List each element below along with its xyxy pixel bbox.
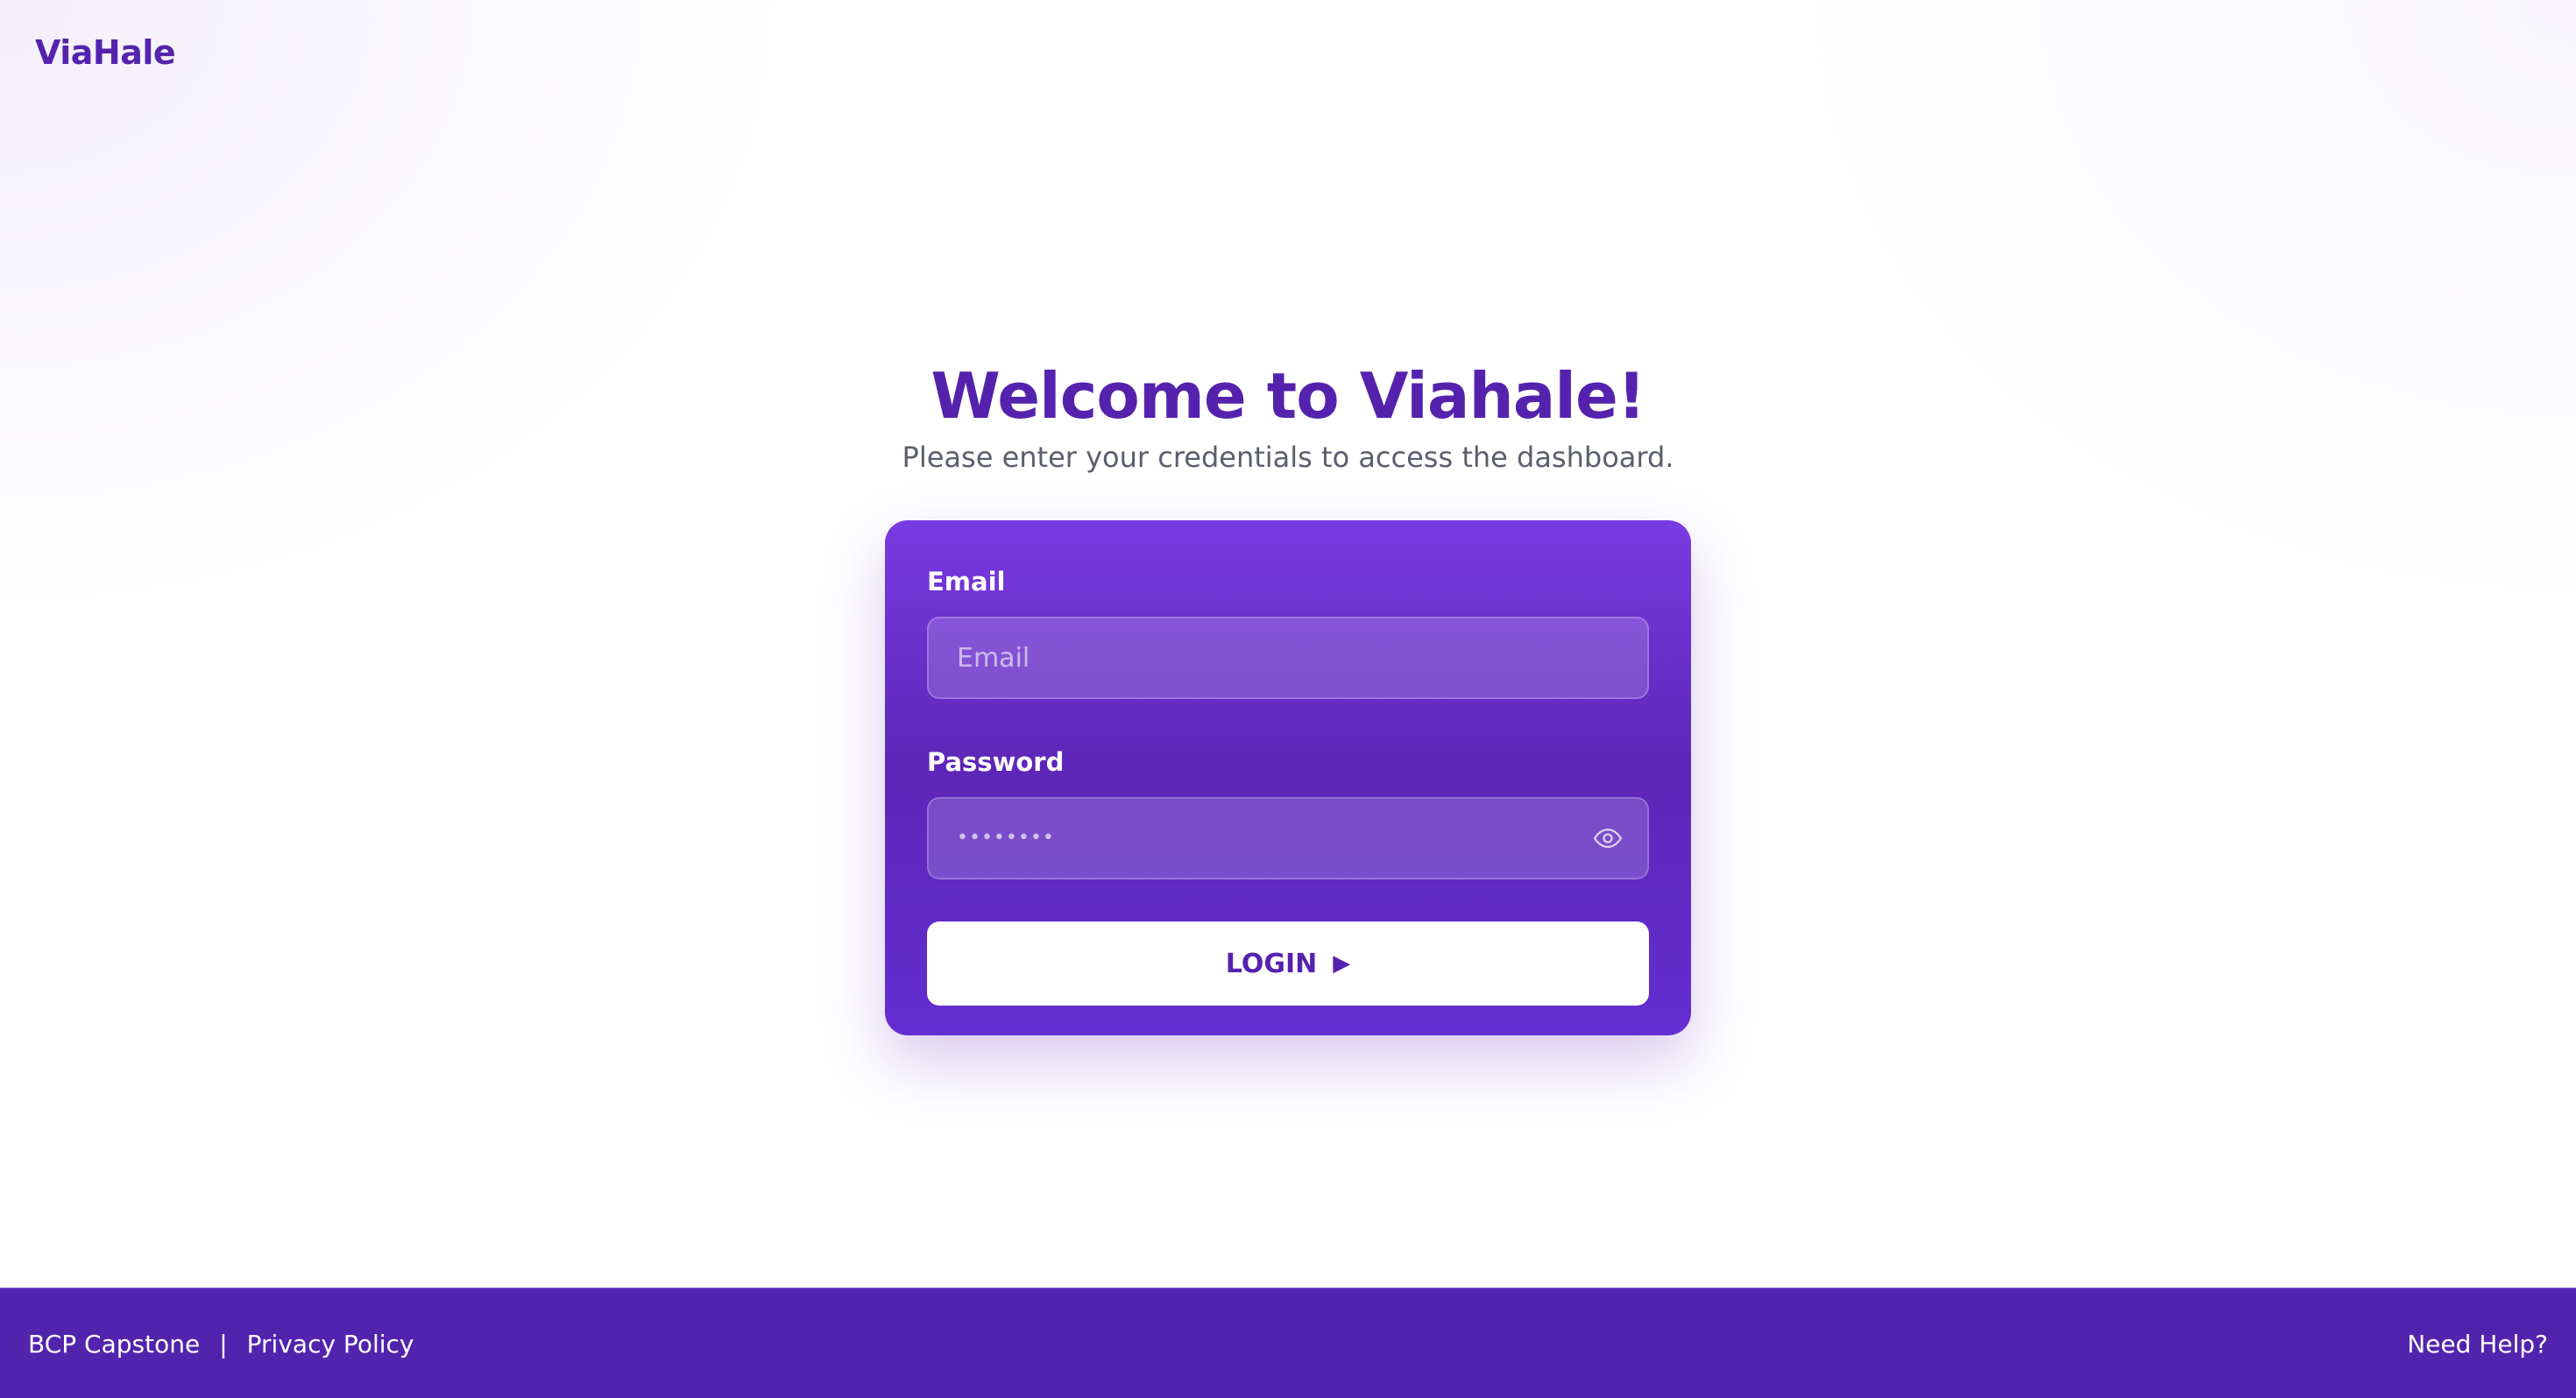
footer-links: BCP Capstone | Privacy Policy bbox=[28, 1330, 414, 1359]
email-field-wrapper bbox=[927, 617, 1649, 699]
login-button[interactable]: LOGIN ▶ bbox=[927, 921, 1649, 1006]
email-label: Email bbox=[927, 567, 1006, 597]
password-label: Password bbox=[927, 747, 1065, 777]
hero: Welcome to Viahale! Please enter your cr… bbox=[0, 357, 2576, 477]
footer-separator: | bbox=[219, 1329, 228, 1359]
login-card: Email Password •••••••• LOGIN ▶ bbox=[885, 520, 1691, 1035]
footer-link-bcp-capstone[interactable]: BCP Capstone bbox=[28, 1330, 200, 1359]
footer-link-privacy-policy[interactable]: Privacy Policy bbox=[247, 1330, 414, 1359]
eye-icon[interactable] bbox=[1593, 823, 1623, 853]
email-field[interactable] bbox=[929, 618, 1647, 697]
footer-link-need-help[interactable]: Need Help? bbox=[2407, 1330, 2548, 1359]
login-button-label: LOGIN bbox=[1225, 948, 1318, 979]
password-field[interactable]: •••••••• bbox=[927, 797, 1649, 879]
page-subtitle: Please enter your credentials to access … bbox=[902, 441, 1674, 474]
password-value: •••••••• bbox=[957, 827, 1055, 849]
page-title: Welcome to Viahale! bbox=[931, 359, 1645, 433]
footer: BCP Capstone | Privacy Policy Need Help? bbox=[0, 1288, 2576, 1398]
play-arrow-icon: ▶ bbox=[1333, 950, 1351, 977]
brand-logo[interactable]: ViaHale bbox=[35, 33, 176, 72]
